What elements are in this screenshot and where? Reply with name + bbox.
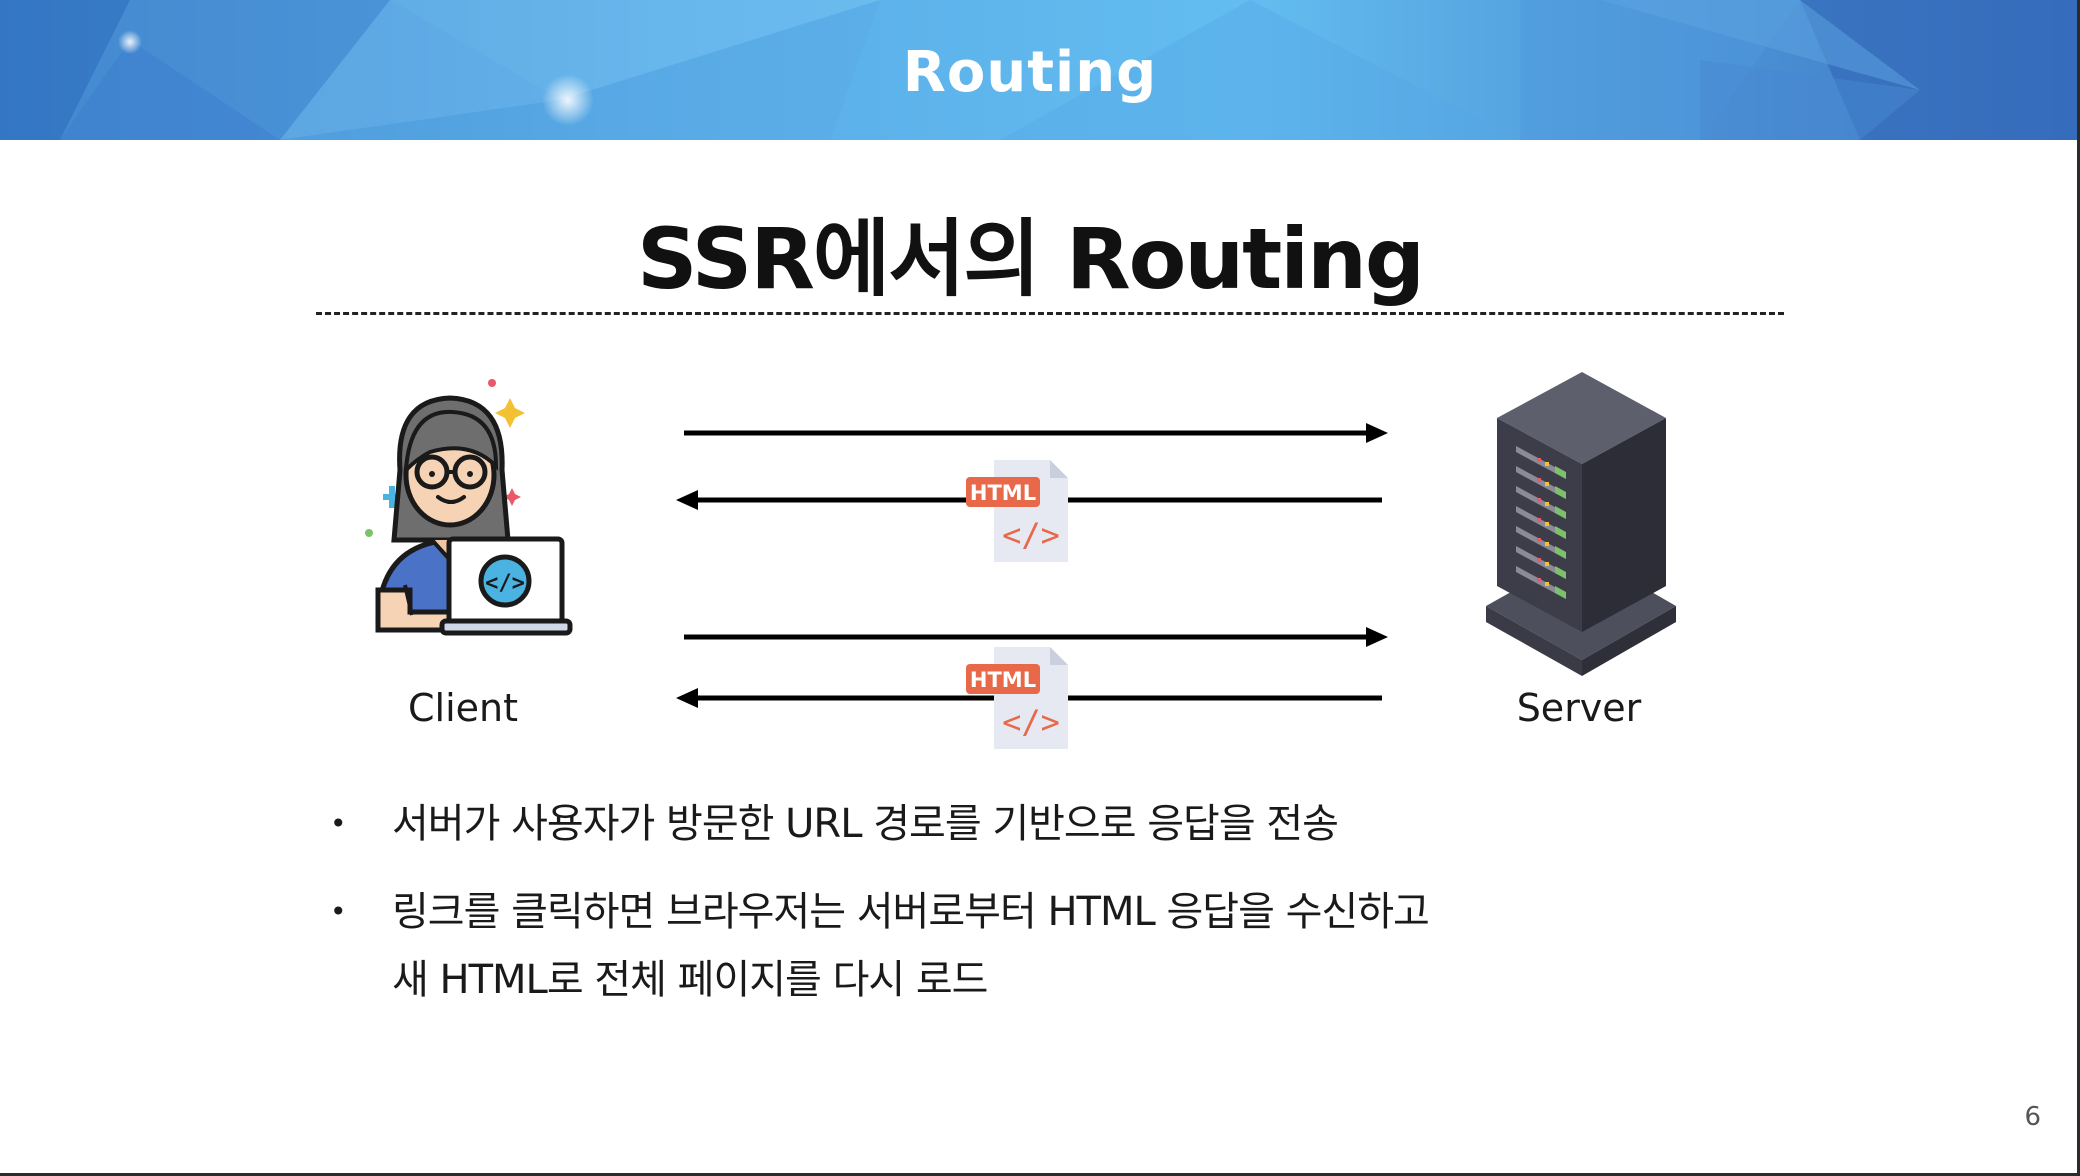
html-badge-label-2: HTML — [970, 668, 1036, 692]
client-label: Client — [407, 686, 518, 730]
bullet-text: 링크를 클릭하면 브라우저는 서버로부터 HTML 응답을 수신하고 — [392, 889, 1430, 935]
html-symbol-2: </> — [1002, 703, 1060, 741]
bullet-item: • 서버가 사용자가 방문한 URL 경로를 기반으로 응답을 전송 — [330, 790, 1730, 858]
html-symbol-1: </> — [1002, 516, 1060, 554]
bullet-dot: • — [330, 895, 346, 928]
slide: Routing SSR에서의 Routing </> HTML </> HTML… — [0, 0, 2080, 1176]
bullet-text: 서버가 사용자가 방문한 URL 경로를 기반으로 응답을 전송 — [392, 801, 1339, 847]
page-number: 6 — [2024, 1102, 2041, 1132]
bullet-item: • 링크를 클릭하면 브라우저는 서버로부터 HTML 응답을 수신하고 새 H… — [330, 878, 1730, 1014]
svg-text:</>: </> — [485, 571, 525, 596]
bullet-text-continued: 새 HTML로 전체 페이지를 다시 로드 — [392, 957, 988, 1003]
bullet-dot: • — [330, 807, 346, 840]
request-arrow-2 — [684, 627, 1388, 647]
request-arrow-1 — [684, 423, 1388, 443]
html-badge-label-1: HTML — [970, 481, 1036, 505]
html-document-icon: HTML </> — [966, 460, 1068, 562]
server-label: Server — [1516, 686, 1642, 730]
developer-with-laptop-icon: </> — [365, 379, 573, 636]
bullet-list: • 서버가 사용자가 방문한 URL 경로를 기반으로 응답을 전송 • 링크를… — [330, 790, 1730, 1034]
server-rack-icon — [1486, 372, 1676, 676]
